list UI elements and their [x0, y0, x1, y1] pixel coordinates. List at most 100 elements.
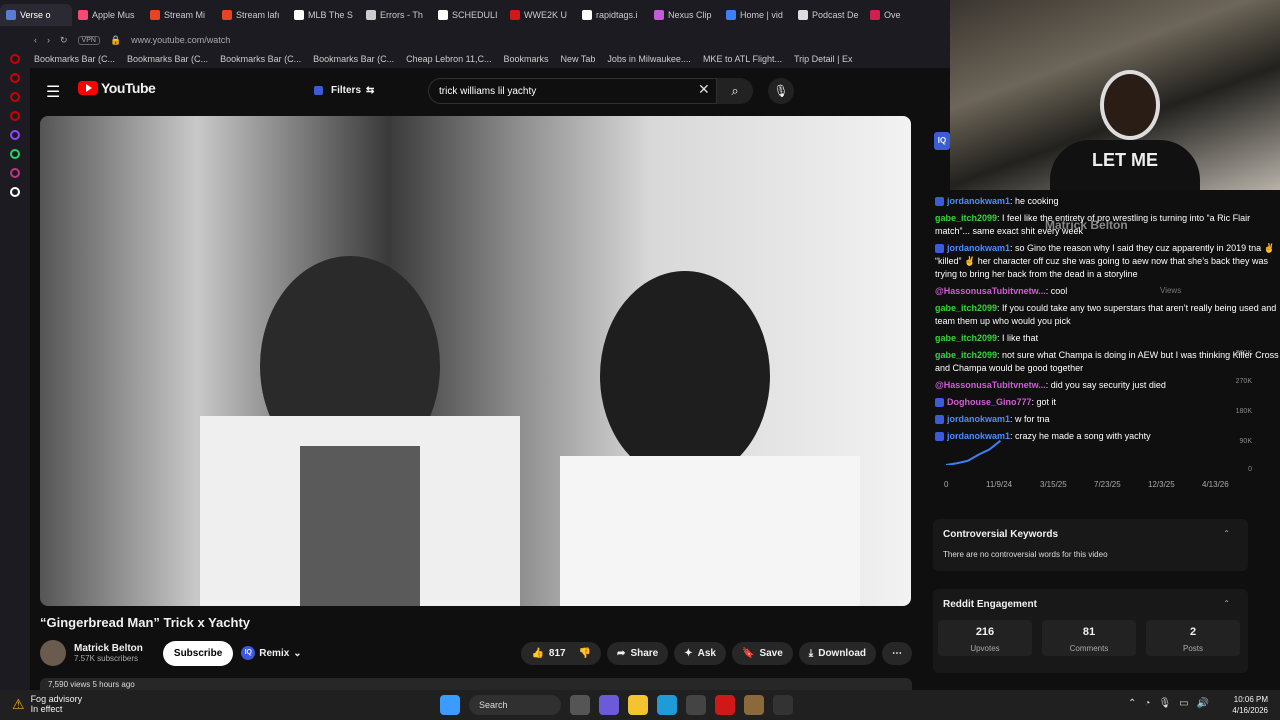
iq-tab[interactable]: IQ: [934, 132, 950, 150]
sidebar-icon[interactable]: [10, 73, 20, 83]
bookmark-item[interactable]: Bookmarks Bar (C...: [220, 54, 301, 64]
browser-tab[interactable]: Nexus Clip: [648, 4, 720, 26]
chat-badge-icon: [935, 432, 944, 442]
browser-tab[interactable]: SCHEDULI: [432, 4, 504, 26]
bookmark-item[interactable]: Bookmarks: [504, 54, 549, 64]
weather-widget[interactable]: ⚠ Fog advisory In effect: [12, 694, 82, 714]
browser-tab[interactable]: Stream lafı: [216, 4, 288, 26]
sidebar-icon[interactable]: [10, 92, 20, 102]
instagram-icon[interactable]: [10, 168, 20, 178]
url-field[interactable]: www.youtube.com/watch: [131, 35, 230, 45]
chevron-up-icon[interactable]: ⌃: [1223, 529, 1230, 538]
monitor-icon[interactable]: ▭: [1179, 698, 1188, 709]
file-explorer-icon[interactable]: [628, 695, 648, 715]
windows-start-icon[interactable]: [440, 695, 460, 715]
download-button[interactable]: ⤓ Download: [798, 641, 876, 665]
chat-username[interactable]: jordanokwam1: [947, 196, 1010, 206]
chat-username[interactable]: Doghouse_Gino777: [947, 397, 1032, 407]
obs-icon[interactable]: [773, 695, 793, 715]
mic-icon[interactable]: 🎙: [1158, 698, 1171, 709]
weather-icon: ⚠: [12, 695, 25, 712]
bookmark-item[interactable]: Bookmarks Bar (C...: [127, 54, 208, 64]
browser-tab[interactable]: MLB The S: [288, 4, 360, 26]
clear-search-icon[interactable]: ✕: [698, 81, 710, 98]
video-player[interactable]: [40, 116, 911, 606]
sidebar-icon[interactable]: [10, 111, 20, 121]
chat-username[interactable]: jordanokwam1: [947, 431, 1010, 441]
browser-tab[interactable]: Apple Mus: [72, 4, 144, 26]
bookmark-item[interactable]: MKE to ATL Flight...: [703, 54, 782, 64]
remix-button[interactable]: IQ Remix ⌄: [241, 646, 302, 660]
taskbar-search[interactable]: Search: [469, 695, 561, 715]
reload-icon[interactable]: ↻: [60, 35, 68, 46]
reddit-engagement-card[interactable]: Reddit Engagement ⌃ 216 Upvotes 81 Comments…: [933, 589, 1248, 673]
channel-name[interactable]: Matrick Belton: [74, 643, 143, 654]
chat-username[interactable]: gabe_itch2099: [935, 303, 997, 313]
volume-icon[interactable]: 🔊: [1197, 698, 1209, 709]
chevron-up-icon[interactable]: ⌃: [1223, 599, 1230, 608]
browser-tab[interactable]: Home | vid: [720, 4, 792, 26]
browser-tab[interactable]: Errors - Th: [360, 4, 432, 26]
forward-icon[interactable]: ›: [47, 35, 50, 45]
chat-username[interactable]: @HassonusaTubitvnetw...: [935, 380, 1046, 390]
bookmark-item[interactable]: Trip Detail | Ex: [794, 54, 853, 64]
thumbs-down-icon[interactable]: 👎: [579, 648, 591, 659]
search-input[interactable]: trick williams lil yachty: [428, 78, 717, 104]
mic-icon[interactable]: 🎙: [768, 78, 794, 104]
search-button[interactable]: ⌕: [717, 78, 753, 104]
tab-favicon-icon: [78, 10, 88, 20]
sidebar-icon[interactable]: [10, 54, 20, 64]
chat-username[interactable]: jordanokwam1: [947, 243, 1010, 253]
chat-username[interactable]: gabe_itch2099: [935, 350, 997, 360]
youtube-logo[interactable]: YouTube: [78, 80, 156, 96]
back-icon[interactable]: ‹: [34, 35, 37, 45]
bookmark-item[interactable]: Bookmarks Bar (C...: [34, 54, 115, 64]
opera-icon[interactable]: [715, 695, 735, 715]
save-button[interactable]: 🔖 Save: [731, 641, 793, 665]
clock[interactable]: 10:06 PM 4/16/2026: [1232, 694, 1268, 716]
tab-favicon-icon: [150, 10, 160, 20]
bookmark-item[interactable]: Cheap Lebron 11,C...: [406, 54, 491, 64]
menu-icon[interactable]: ☰: [46, 82, 60, 102]
more-actions-button[interactable]: ⋯: [882, 641, 912, 665]
description-box[interactable]: 7,590 views 5 hours ago: [40, 678, 912, 690]
tab-favicon-icon: [510, 10, 520, 20]
chat-username[interactable]: gabe_itch2099: [935, 213, 997, 223]
edge-icon[interactable]: [657, 695, 677, 715]
whatsapp-icon[interactable]: [10, 149, 20, 159]
wifi-icon[interactable]: ◔: [1144, 698, 1150, 709]
twitch-icon[interactable]: [10, 130, 20, 140]
app-icon[interactable]: [744, 695, 764, 715]
chat-message: jordanokwam1: crazy he made a song with …: [935, 430, 1280, 443]
controversial-keywords-card[interactable]: Controversial Keywords ⌃ There are no co…: [933, 519, 1248, 571]
browser-tab[interactable]: rapidtags.i: [576, 4, 648, 26]
bookmark-item[interactable]: New Tab: [561, 54, 596, 64]
browser-tab[interactable]: Podcast De: [792, 4, 864, 26]
chat-username[interactable]: @HassonusaTubitvnetw...: [935, 286, 1046, 296]
avatar[interactable]: [40, 640, 66, 666]
chat-username[interactable]: jordanokwam1: [947, 414, 1010, 424]
browser-tab[interactable]: Verse o: [0, 4, 72, 26]
task-view-icon[interactable]: [570, 695, 590, 715]
browser-tab[interactable]: WWE2K U: [504, 4, 576, 26]
x-tick-label: 12/3/25: [1148, 480, 1175, 489]
filters-button[interactable]: Filters ⇆: [306, 79, 376, 101]
ask-button[interactable]: ✦ Ask: [674, 641, 726, 665]
vpn-badge[interactable]: VPN: [77, 35, 100, 45]
share-button[interactable]: ➦ Share: [607, 641, 669, 665]
subscribe-button[interactable]: Subscribe: [162, 640, 234, 666]
sparkle-icon: ✦: [684, 647, 693, 659]
x-icon[interactable]: [10, 187, 20, 197]
chat-username[interactable]: gabe_itch2099: [935, 333, 997, 343]
like-button[interactable]: 👍 817 👎: [521, 641, 602, 665]
chevron-up-icon[interactable]: ⌃: [1128, 698, 1136, 709]
bookmark-item[interactable]: Bookmarks Bar (C...: [313, 54, 394, 64]
bookmark-item[interactable]: Jobs in Milwaukee....: [607, 54, 691, 64]
store-icon[interactable]: [686, 695, 706, 715]
copilot-icon[interactable]: [599, 695, 619, 715]
browser-tab[interactable]: Stream Mi: [144, 4, 216, 26]
share-label: Share: [630, 647, 659, 659]
chat-message: gabe_itch2099: not sure what Champa is d…: [935, 349, 1280, 375]
browser-tab[interactable]: Ove: [864, 4, 936, 26]
bookmarks-bar: Bookmarks Bar (C... Bookmarks Bar (C... Bo…: [0, 50, 950, 68]
